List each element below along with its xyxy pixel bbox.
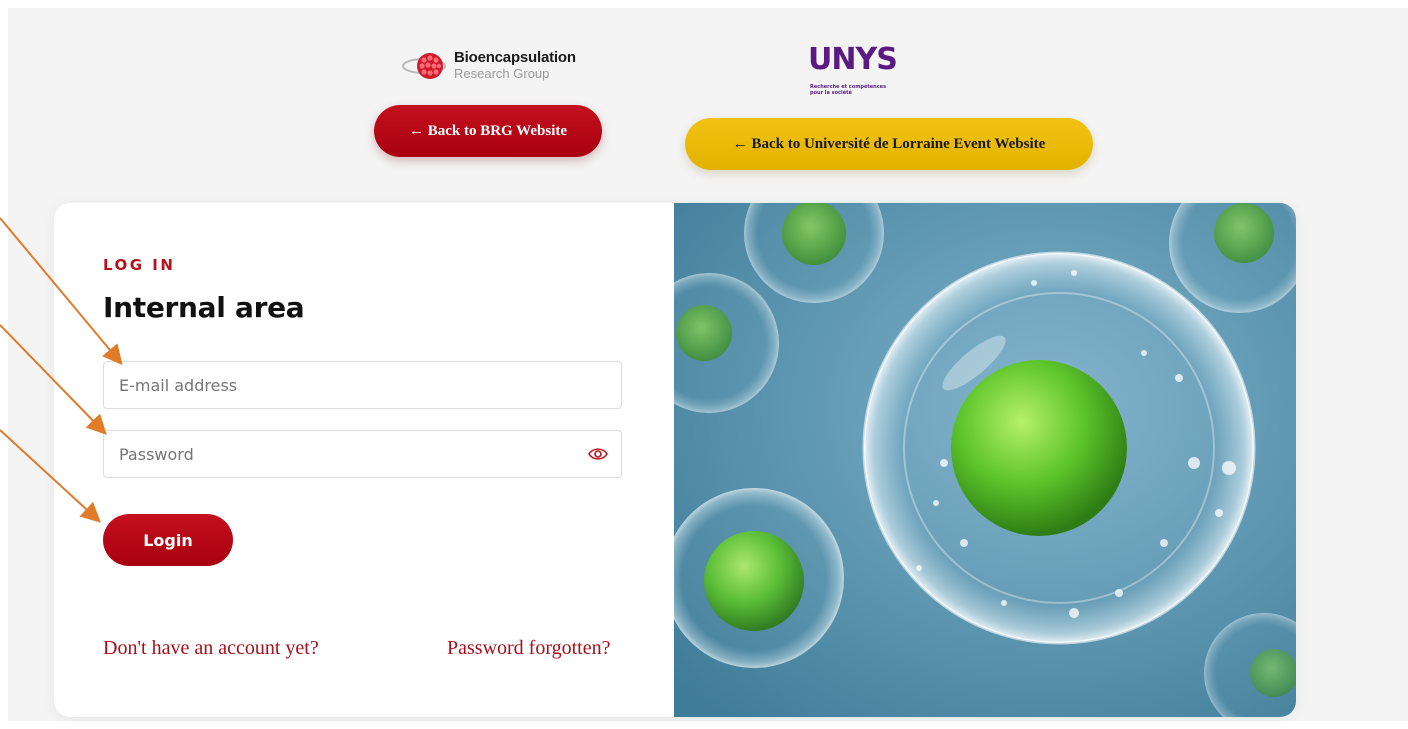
signup-link[interactable]: Don't have an account yet?	[103, 637, 319, 660]
email-field[interactable]	[103, 361, 622, 409]
brg-logo-subtitle: Research Group	[454, 66, 550, 81]
brg-logo: Bioencapsulation Research Group	[402, 46, 576, 90]
unys-logo: UNYS Recherche et compétences pour la so…	[808, 42, 898, 98]
back-to-ul-button[interactable]: ← Back to Université de Lorraine Event W…	[685, 118, 1093, 170]
login-card: LOG IN Internal area Login Don't have an…	[54, 203, 1296, 717]
unys-logo-word: UNYS	[808, 42, 898, 77]
brg-cells-icon	[402, 53, 446, 79]
back-to-brg-button[interactable]: ← Back to BRG Website	[374, 105, 602, 157]
password-forgotten-link[interactable]: Password forgotten?	[447, 637, 611, 660]
login-button[interactable]: Login	[103, 514, 233, 566]
page-title: Internal area	[103, 291, 305, 324]
brg-logo-name: Bioencapsulation	[454, 49, 576, 66]
show-password-icon[interactable]	[588, 445, 608, 463]
password-field[interactable]	[103, 430, 622, 478]
unys-logo-subtitle: Recherche et compétences pour la société	[810, 84, 887, 96]
login-eyebrow: LOG IN	[103, 256, 176, 274]
microcapsule-hero-image	[674, 203, 1296, 717]
